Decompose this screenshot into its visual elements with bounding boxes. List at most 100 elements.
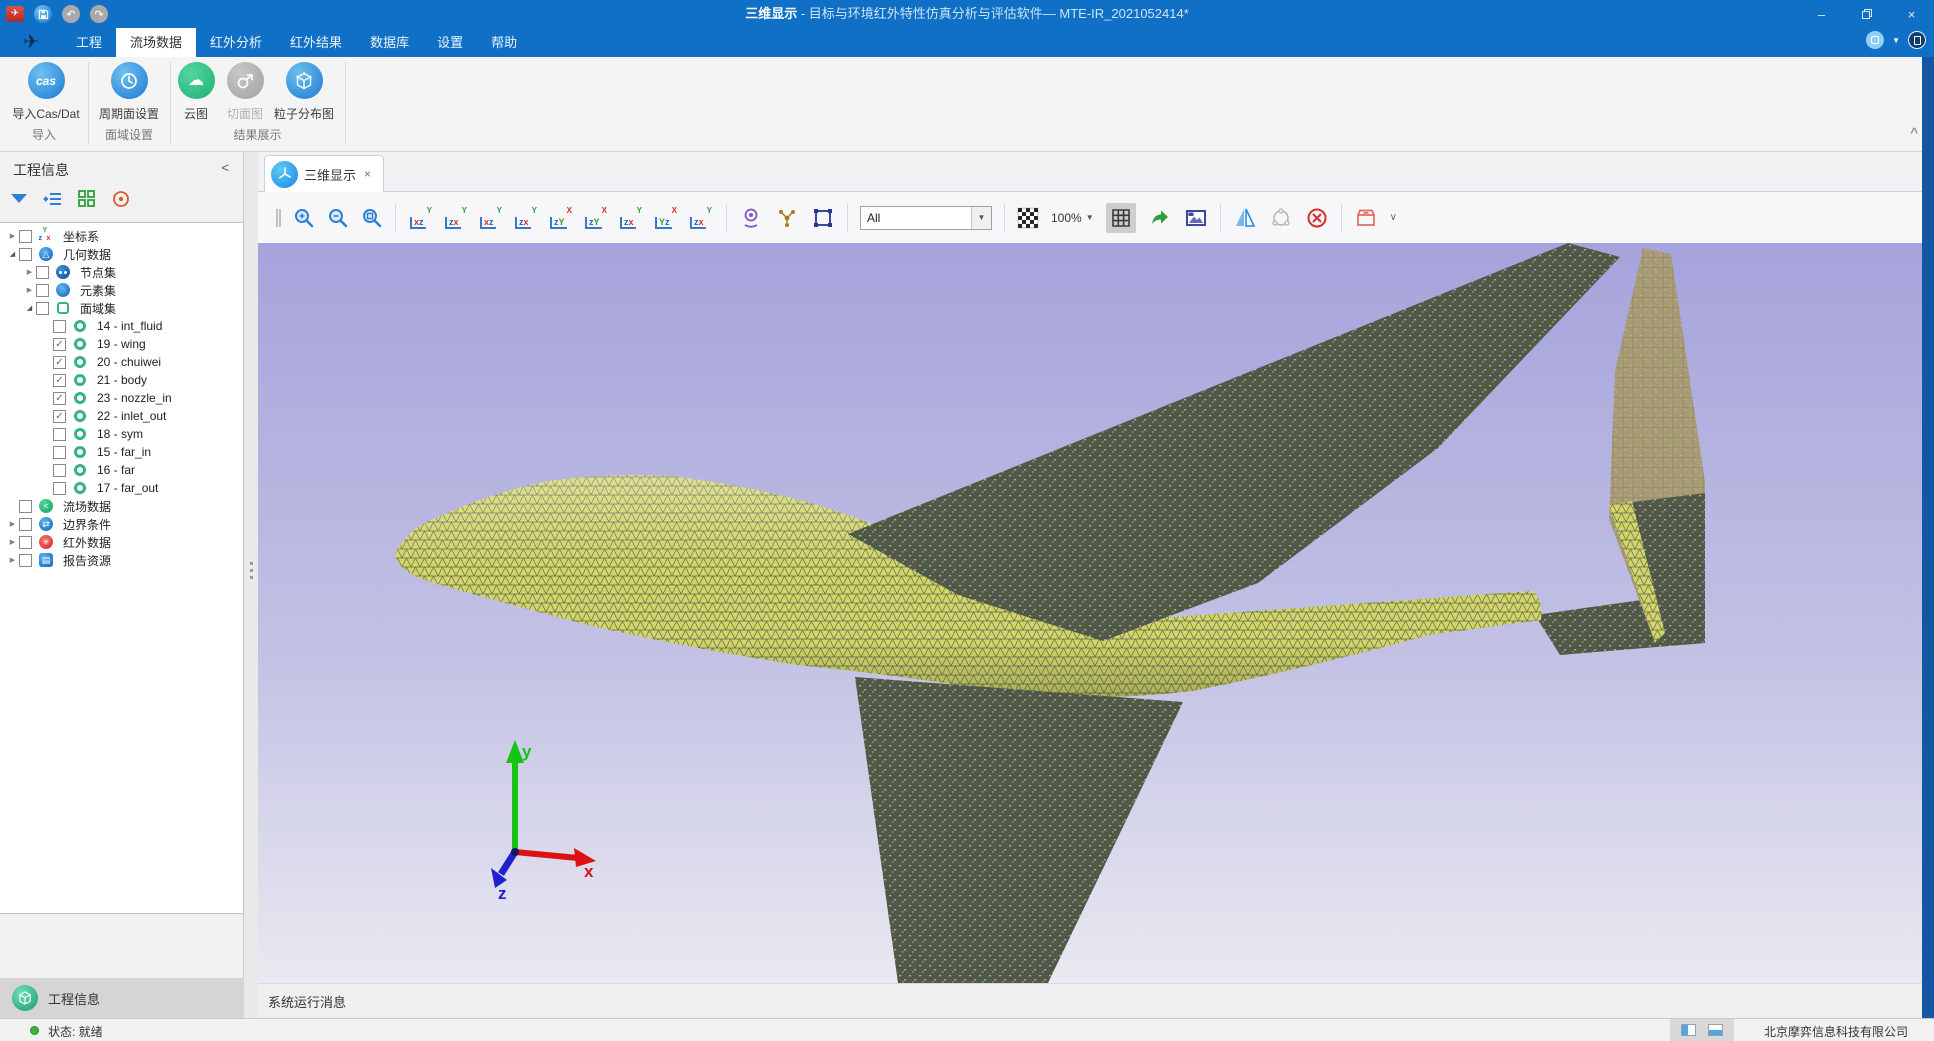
grid-toggle-button[interactable]: [1106, 203, 1136, 233]
tree-checkbox[interactable]: [53, 320, 66, 333]
tree-item[interactable]: ▶▤报告资源: [0, 551, 243, 569]
help-book-button[interactable]: [1908, 31, 1926, 49]
tree-checkbox[interactable]: [19, 500, 32, 513]
menu-tab[interactable]: 设置: [423, 28, 477, 57]
tree-item[interactable]: ✓23 - nozzle_in: [0, 389, 243, 407]
more-tools-chevron-icon[interactable]: ∨: [1390, 212, 1397, 223]
view-orientation-button[interactable]: Yzx: [688, 206, 714, 230]
view-orientation-button[interactable]: XzY: [548, 206, 574, 230]
tree-expander-icon[interactable]: ▶: [23, 286, 36, 294]
mirror-button[interactable]: [1233, 206, 1257, 230]
tree-expander-icon[interactable]: ◢: [23, 304, 36, 312]
close-button[interactable]: ×: [1889, 0, 1934, 28]
toolbar-drag-handle[interactable]: [276, 209, 281, 227]
tree-item[interactable]: ✓22 - inlet_out: [0, 407, 243, 425]
panel-bottom-tab[interactable]: 工程信息: [0, 978, 244, 1018]
tree-item[interactable]: ◢面域集: [0, 299, 243, 317]
tree-item[interactable]: ✓20 - chuiwei: [0, 353, 243, 371]
panel-collapse-icon[interactable]: <: [221, 160, 229, 175]
tab-close-icon[interactable]: ×: [364, 167, 371, 181]
undo-button[interactable]: ↶: [62, 5, 80, 23]
minimize-button[interactable]: –: [1799, 0, 1844, 28]
tree-checkbox[interactable]: [36, 266, 49, 279]
view-orientation-button[interactable]: Yzx: [618, 206, 644, 230]
node-graph-button[interactable]: [775, 206, 799, 230]
tree-checkbox[interactable]: ✓: [53, 392, 66, 405]
view-orientation-button[interactable]: Yxz: [478, 206, 504, 230]
toggle-left-panel-icon[interactable]: [1681, 1024, 1696, 1036]
menu-tab[interactable]: 帮助: [477, 28, 531, 57]
message-panel-header[interactable]: 系统运行消息: [258, 983, 1922, 1018]
grid-view-icon[interactable]: [76, 188, 98, 210]
archive-box-button[interactable]: [1354, 206, 1378, 230]
tree-expander-icon[interactable]: ▶: [6, 520, 19, 528]
zoom-percent-dropdown[interactable]: 100% ▼: [1051, 211, 1094, 225]
tree-expander-icon[interactable]: ▶: [6, 538, 19, 546]
tree-item[interactable]: ◢△几何数据: [0, 245, 243, 263]
ribbon-button-periodic-face[interactable]: 周期面设置: [92, 62, 166, 122]
tab-3d-view[interactable]: 三维显示 ×: [264, 155, 384, 192]
view-orientation-button[interactable]: XYz: [653, 206, 679, 230]
tree-checkbox[interactable]: [53, 446, 66, 459]
tree-item[interactable]: 18 - sym: [0, 425, 243, 443]
zoom-out-button[interactable]: [327, 207, 349, 229]
toggle-bottom-panel-icon[interactable]: [1708, 1024, 1723, 1036]
tree-item[interactable]: ✓19 - wing: [0, 335, 243, 353]
splitter-handle-icon[interactable]: [249, 562, 253, 590]
restore-button[interactable]: [1844, 0, 1889, 28]
tree-checkbox[interactable]: [36, 302, 49, 315]
tree-expander-icon[interactable]: ◢: [6, 250, 19, 258]
tree-checkbox[interactable]: ✓: [53, 356, 66, 369]
ribbon-button-contour[interactable]: ☁ 云图: [174, 62, 218, 122]
tree-checkbox[interactable]: [36, 284, 49, 297]
tree-item[interactable]: 15 - far_in: [0, 443, 243, 461]
tree-checkbox[interactable]: [53, 464, 66, 477]
tree-checkbox[interactable]: [19, 536, 32, 549]
view-orientation-button[interactable]: Yzx: [443, 206, 469, 230]
viewport-3d[interactable]: y x z: [258, 243, 1922, 983]
menu-tab[interactable]: 数据库: [356, 28, 423, 57]
redo-button[interactable]: ↷: [90, 5, 108, 23]
tree-checkbox[interactable]: ✓: [53, 374, 66, 387]
menu-tab[interactable]: 工程: [62, 28, 116, 57]
style-dropdown-icon[interactable]: ▼: [1892, 36, 1900, 45]
app-menu-button[interactable]: ✈: [6, 6, 24, 22]
tree-checkbox[interactable]: [19, 248, 32, 261]
tree-checkbox[interactable]: ✓: [53, 338, 66, 351]
tree-item[interactable]: ✓21 - body: [0, 371, 243, 389]
tree-checkbox[interactable]: [53, 482, 66, 495]
ribbon-button-import-cas-dat[interactable]: cas 导入Cas/Dat: [4, 62, 88, 122]
menu-tab[interactable]: 流场数据: [116, 28, 196, 57]
tree-item[interactable]: 16 - far: [0, 461, 243, 479]
view-orientation-button[interactable]: Yzx: [513, 206, 539, 230]
probe-locate-button[interactable]: [739, 206, 763, 230]
tree-checkbox[interactable]: [19, 554, 32, 567]
locate-target-icon[interactable]: [110, 188, 132, 210]
tree-checkbox[interactable]: ✓: [53, 410, 66, 423]
collapse-ribbon-icon[interactable]: ^: [1910, 125, 1918, 140]
tree-expander-icon[interactable]: ▶: [6, 232, 19, 240]
filter-dropdown-icon[interactable]: [8, 188, 30, 210]
view-orientation-button[interactable]: XzY: [583, 206, 609, 230]
tree-item[interactable]: 17 - far_out: [0, 479, 243, 497]
tree-expander-icon[interactable]: ▶: [23, 268, 36, 276]
tree-checkbox[interactable]: [19, 230, 32, 243]
tree-item[interactable]: ▶✳红外数据: [0, 533, 243, 551]
tree-item[interactable]: ▶◌元素集: [0, 281, 243, 299]
style-button[interactable]: [1866, 31, 1884, 49]
tree-item[interactable]: <流场数据: [0, 497, 243, 515]
combobox-dropdown-icon[interactable]: ▼: [971, 207, 991, 229]
export-share-button[interactable]: [1148, 206, 1172, 230]
display-set-combobox[interactable]: All ▼: [860, 206, 992, 230]
screenshot-image-button[interactable]: [1184, 206, 1208, 230]
zoom-fit-button[interactable]: [361, 207, 383, 229]
view-orientation-button[interactable]: Yxz: [408, 206, 434, 230]
panel-splitter[interactable]: [244, 152, 258, 1018]
save-button[interactable]: [34, 5, 52, 23]
select-rectangle-button[interactable]: [811, 206, 835, 230]
ribbon-button-particle-distribution[interactable]: 粒子分布图: [266, 62, 342, 122]
tree-item[interactable]: ▶节点集: [0, 263, 243, 281]
zoom-in-button[interactable]: [293, 207, 315, 229]
tree-item[interactable]: ▶⇄边界条件: [0, 515, 243, 533]
dither-transparency-button[interactable]: [1017, 207, 1039, 229]
